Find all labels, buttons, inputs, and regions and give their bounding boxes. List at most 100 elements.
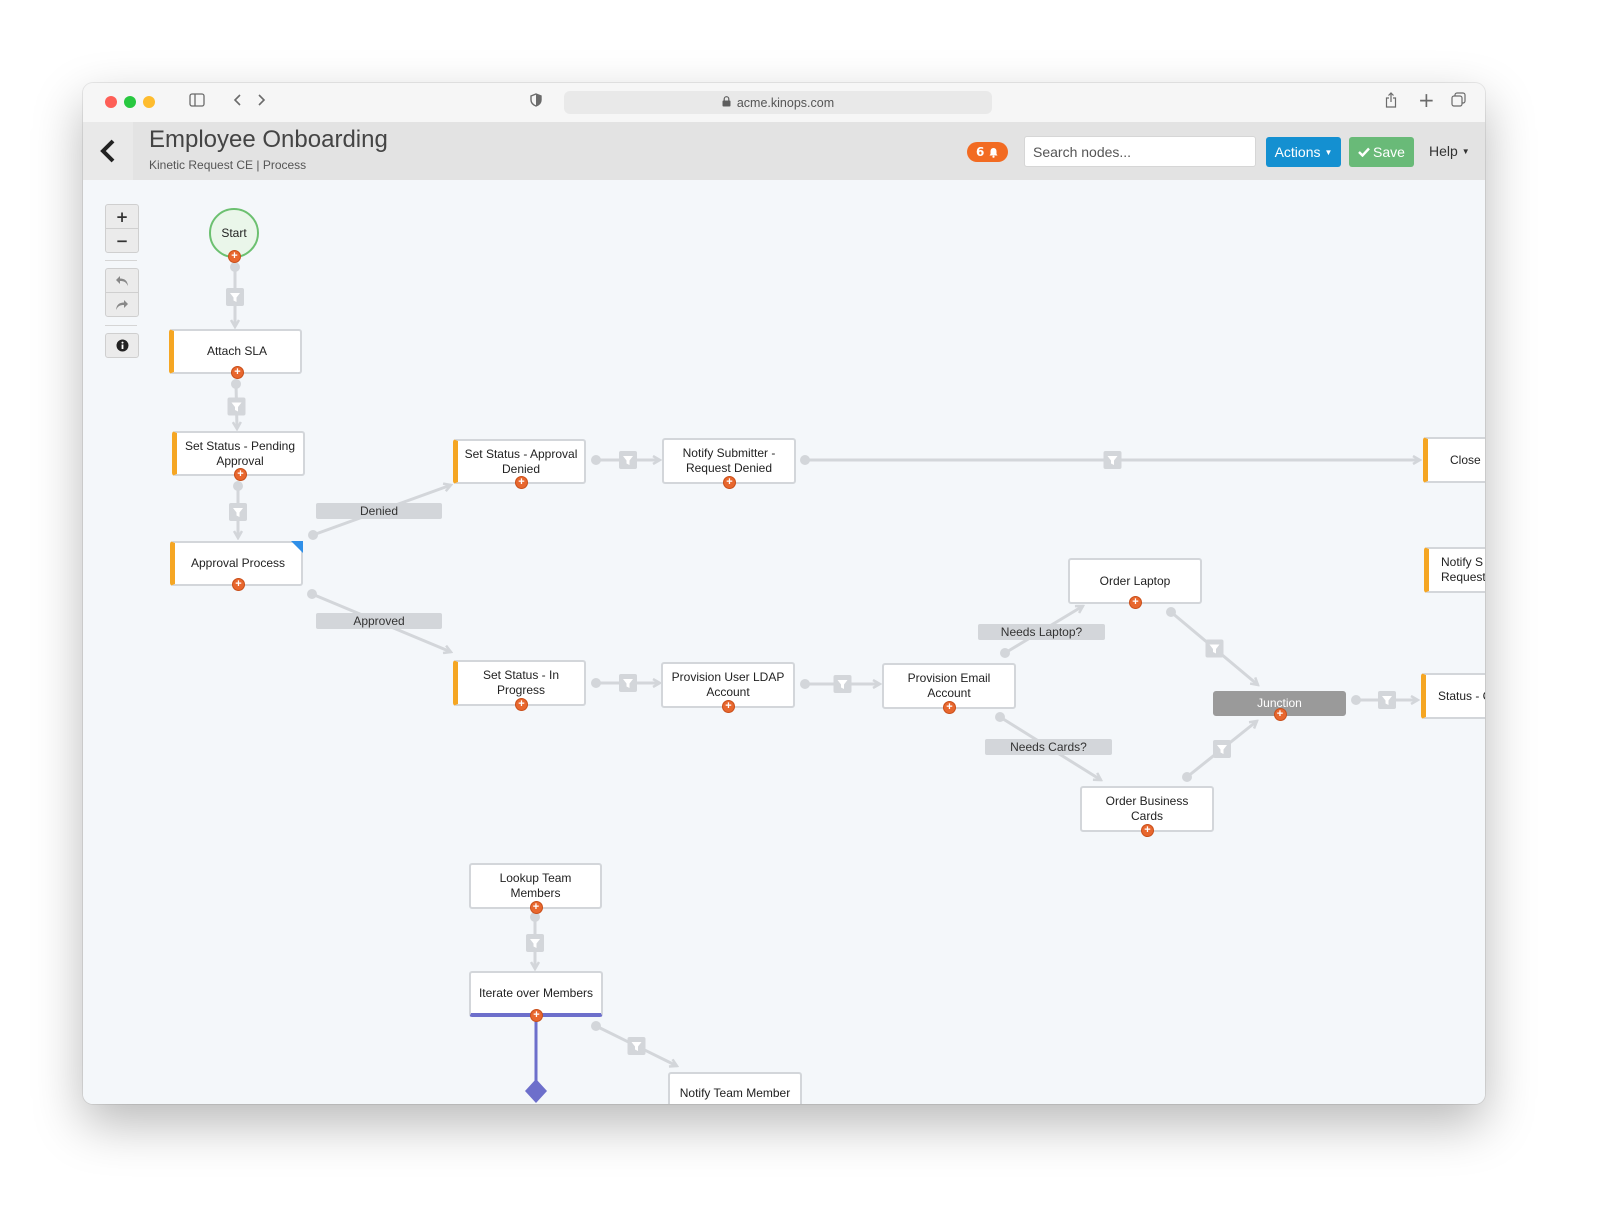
filter-icon[interactable] (619, 674, 637, 692)
add-connection-icon[interactable]: + (515, 476, 528, 489)
add-connection-icon[interactable]: + (232, 578, 245, 591)
connector-source-dot[interactable] (307, 589, 317, 599)
add-connection-icon[interactable]: + (943, 701, 956, 714)
zoom-in-button[interactable]: + (106, 205, 138, 229)
minimize-window-button[interactable] (143, 96, 155, 108)
connector-source-dot[interactable] (230, 262, 240, 272)
filter-icon[interactable] (1213, 740, 1231, 758)
node-order-business-cards[interactable]: Order Business Cards + (1080, 786, 1214, 837)
node-notify-team-member[interactable]: Notify Team Member (668, 1072, 802, 1104)
share-icon[interactable] (1385, 92, 1397, 113)
connector-source-dot[interactable] (231, 379, 241, 389)
help-dropdown-button[interactable]: Help ▼ (1429, 143, 1470, 159)
node-iterate-members[interactable]: Iterate over Members + (469, 971, 603, 1022)
notifications-badge[interactable]: 6 (967, 142, 1009, 162)
zoom-out-button[interactable]: − (106, 229, 138, 252)
toolbar-divider (105, 325, 137, 326)
node-close[interactable]: Close (1423, 437, 1485, 483)
node-set-status-pending[interactable]: Set Status - Pending Approval + (172, 431, 305, 481)
add-connection-icon[interactable]: + (234, 468, 247, 481)
add-connection-icon[interactable]: + (231, 366, 244, 379)
filter-icon[interactable] (627, 1037, 646, 1055)
node-label: Set Status - Approval Denied (464, 446, 578, 476)
node-provision-ldap[interactable]: Provision User LDAP Account + (661, 662, 795, 713)
node-label: Order Business Cards (1105, 794, 1189, 823)
search-nodes-input[interactable] (1024, 136, 1256, 167)
node-start[interactable]: Start + (209, 208, 259, 263)
undo-button[interactable] (106, 269, 138, 293)
connector-source-dot[interactable] (233, 481, 243, 491)
add-connection-icon[interactable]: + (515, 698, 528, 711)
node-notify-submitter-denied[interactable]: Notify Submitter - Request Denied + (662, 438, 796, 489)
connector-source-dot[interactable] (591, 678, 601, 688)
connector-source-dot[interactable] (800, 679, 810, 689)
connector-source-dot[interactable] (591, 1021, 601, 1031)
browser-titlebar: acme.kinops.com + (83, 83, 1485, 123)
node-set-status-in-progress[interactable]: Set Status - In Progress + (453, 660, 586, 711)
node-lookup-team[interactable]: Lookup Team Members + (469, 863, 602, 914)
add-connection-icon[interactable]: + (529, 901, 543, 914)
tab-overview-icon[interactable] (1451, 92, 1466, 112)
node-label: Iterate over Members (478, 985, 594, 1000)
edge-label-needs-cards[interactable]: Needs Cards? (985, 739, 1112, 755)
add-connection-icon[interactable]: + (228, 250, 241, 263)
browser-window: acme.kinops.com + Employee Onboarding Ki… (83, 83, 1485, 1104)
page-title: Employee Onboarding (149, 126, 388, 153)
filter-icon[interactable] (227, 397, 246, 416)
back-nav-icon[interactable] (233, 92, 243, 112)
edge-label-needs-laptop[interactable]: Needs Laptop? (978, 624, 1105, 640)
connector-source-dot[interactable] (995, 712, 1005, 722)
address-bar[interactable]: acme.kinops.com (564, 91, 992, 114)
privacy-shield-icon[interactable] (530, 92, 542, 112)
add-connection-icon[interactable]: + (722, 700, 735, 713)
node-order-laptop[interactable]: Order Laptop + (1068, 558, 1202, 609)
connector-source-dot[interactable] (1000, 648, 1010, 658)
node-label: Attach SLA (206, 344, 268, 358)
node-label: Approval Process (190, 556, 286, 570)
caret-down-icon: ▼ (1461, 146, 1470, 156)
filter-icon[interactable] (833, 675, 852, 693)
redo-button[interactable] (106, 293, 138, 316)
connector-source-dot[interactable] (1166, 607, 1176, 617)
node-set-status-denied[interactable]: Set Status - Approval Denied + (453, 439, 586, 489)
filter-icon[interactable] (226, 288, 244, 306)
edge-label-approved[interactable]: Approved (316, 613, 442, 629)
connector-source-dot[interactable] (1182, 772, 1192, 782)
new-tab-icon[interactable]: + (1418, 90, 1435, 110)
close-window-button[interactable] (105, 96, 117, 108)
connector-source-dot[interactable] (591, 455, 601, 465)
add-connection-icon[interactable]: + (723, 476, 736, 489)
filter-icon[interactable] (1103, 451, 1122, 469)
loop-end-diamond[interactable] (525, 1079, 547, 1103)
add-connection-icon[interactable]: + (530, 1009, 543, 1022)
node-notify-submitter-partial[interactable]: Notify S Request (1424, 547, 1485, 593)
info-button[interactable] (106, 334, 138, 357)
back-button[interactable] (83, 122, 133, 180)
forward-nav-icon[interactable] (256, 92, 266, 112)
edge-label-denied[interactable]: Denied (316, 503, 442, 519)
filter-icon[interactable] (1378, 691, 1396, 709)
connector-source-dot[interactable] (308, 530, 318, 540)
filter-icon[interactable] (526, 934, 544, 952)
node-label: Start (221, 225, 247, 240)
node-provision-email[interactable]: Provision Email Account + (882, 663, 1016, 714)
filter-icon[interactable] (229, 503, 247, 521)
node-approval-process[interactable]: Approval Process + (170, 541, 303, 591)
connector-source-dot[interactable] (800, 455, 810, 465)
sidebar-toggle-icon[interactable] (189, 92, 205, 112)
add-connection-icon[interactable]: + (1273, 708, 1287, 721)
connector-source-dot[interactable] (1351, 695, 1361, 705)
node-junction[interactable]: Junction + (1213, 691, 1346, 721)
filter-icon[interactable] (619, 451, 637, 469)
filter-icon[interactable] (1205, 639, 1224, 658)
maximize-window-button[interactable] (124, 96, 136, 108)
node-attach-sla[interactable]: Attach SLA + (169, 329, 302, 379)
add-connection-icon[interactable]: + (1141, 824, 1154, 837)
workflow-canvas[interactable]: + − Start + Attach SLA + Set Status - Pe… (83, 180, 1485, 1104)
add-connection-icon[interactable]: + (1129, 596, 1142, 609)
actions-label: Actions (1274, 144, 1321, 160)
node-status-partial[interactable]: Status - C (1421, 673, 1485, 719)
toolbar-divider (105, 260, 137, 261)
actions-dropdown-button[interactable]: Actions ▼ (1266, 137, 1341, 167)
save-button[interactable]: Save (1349, 137, 1414, 167)
